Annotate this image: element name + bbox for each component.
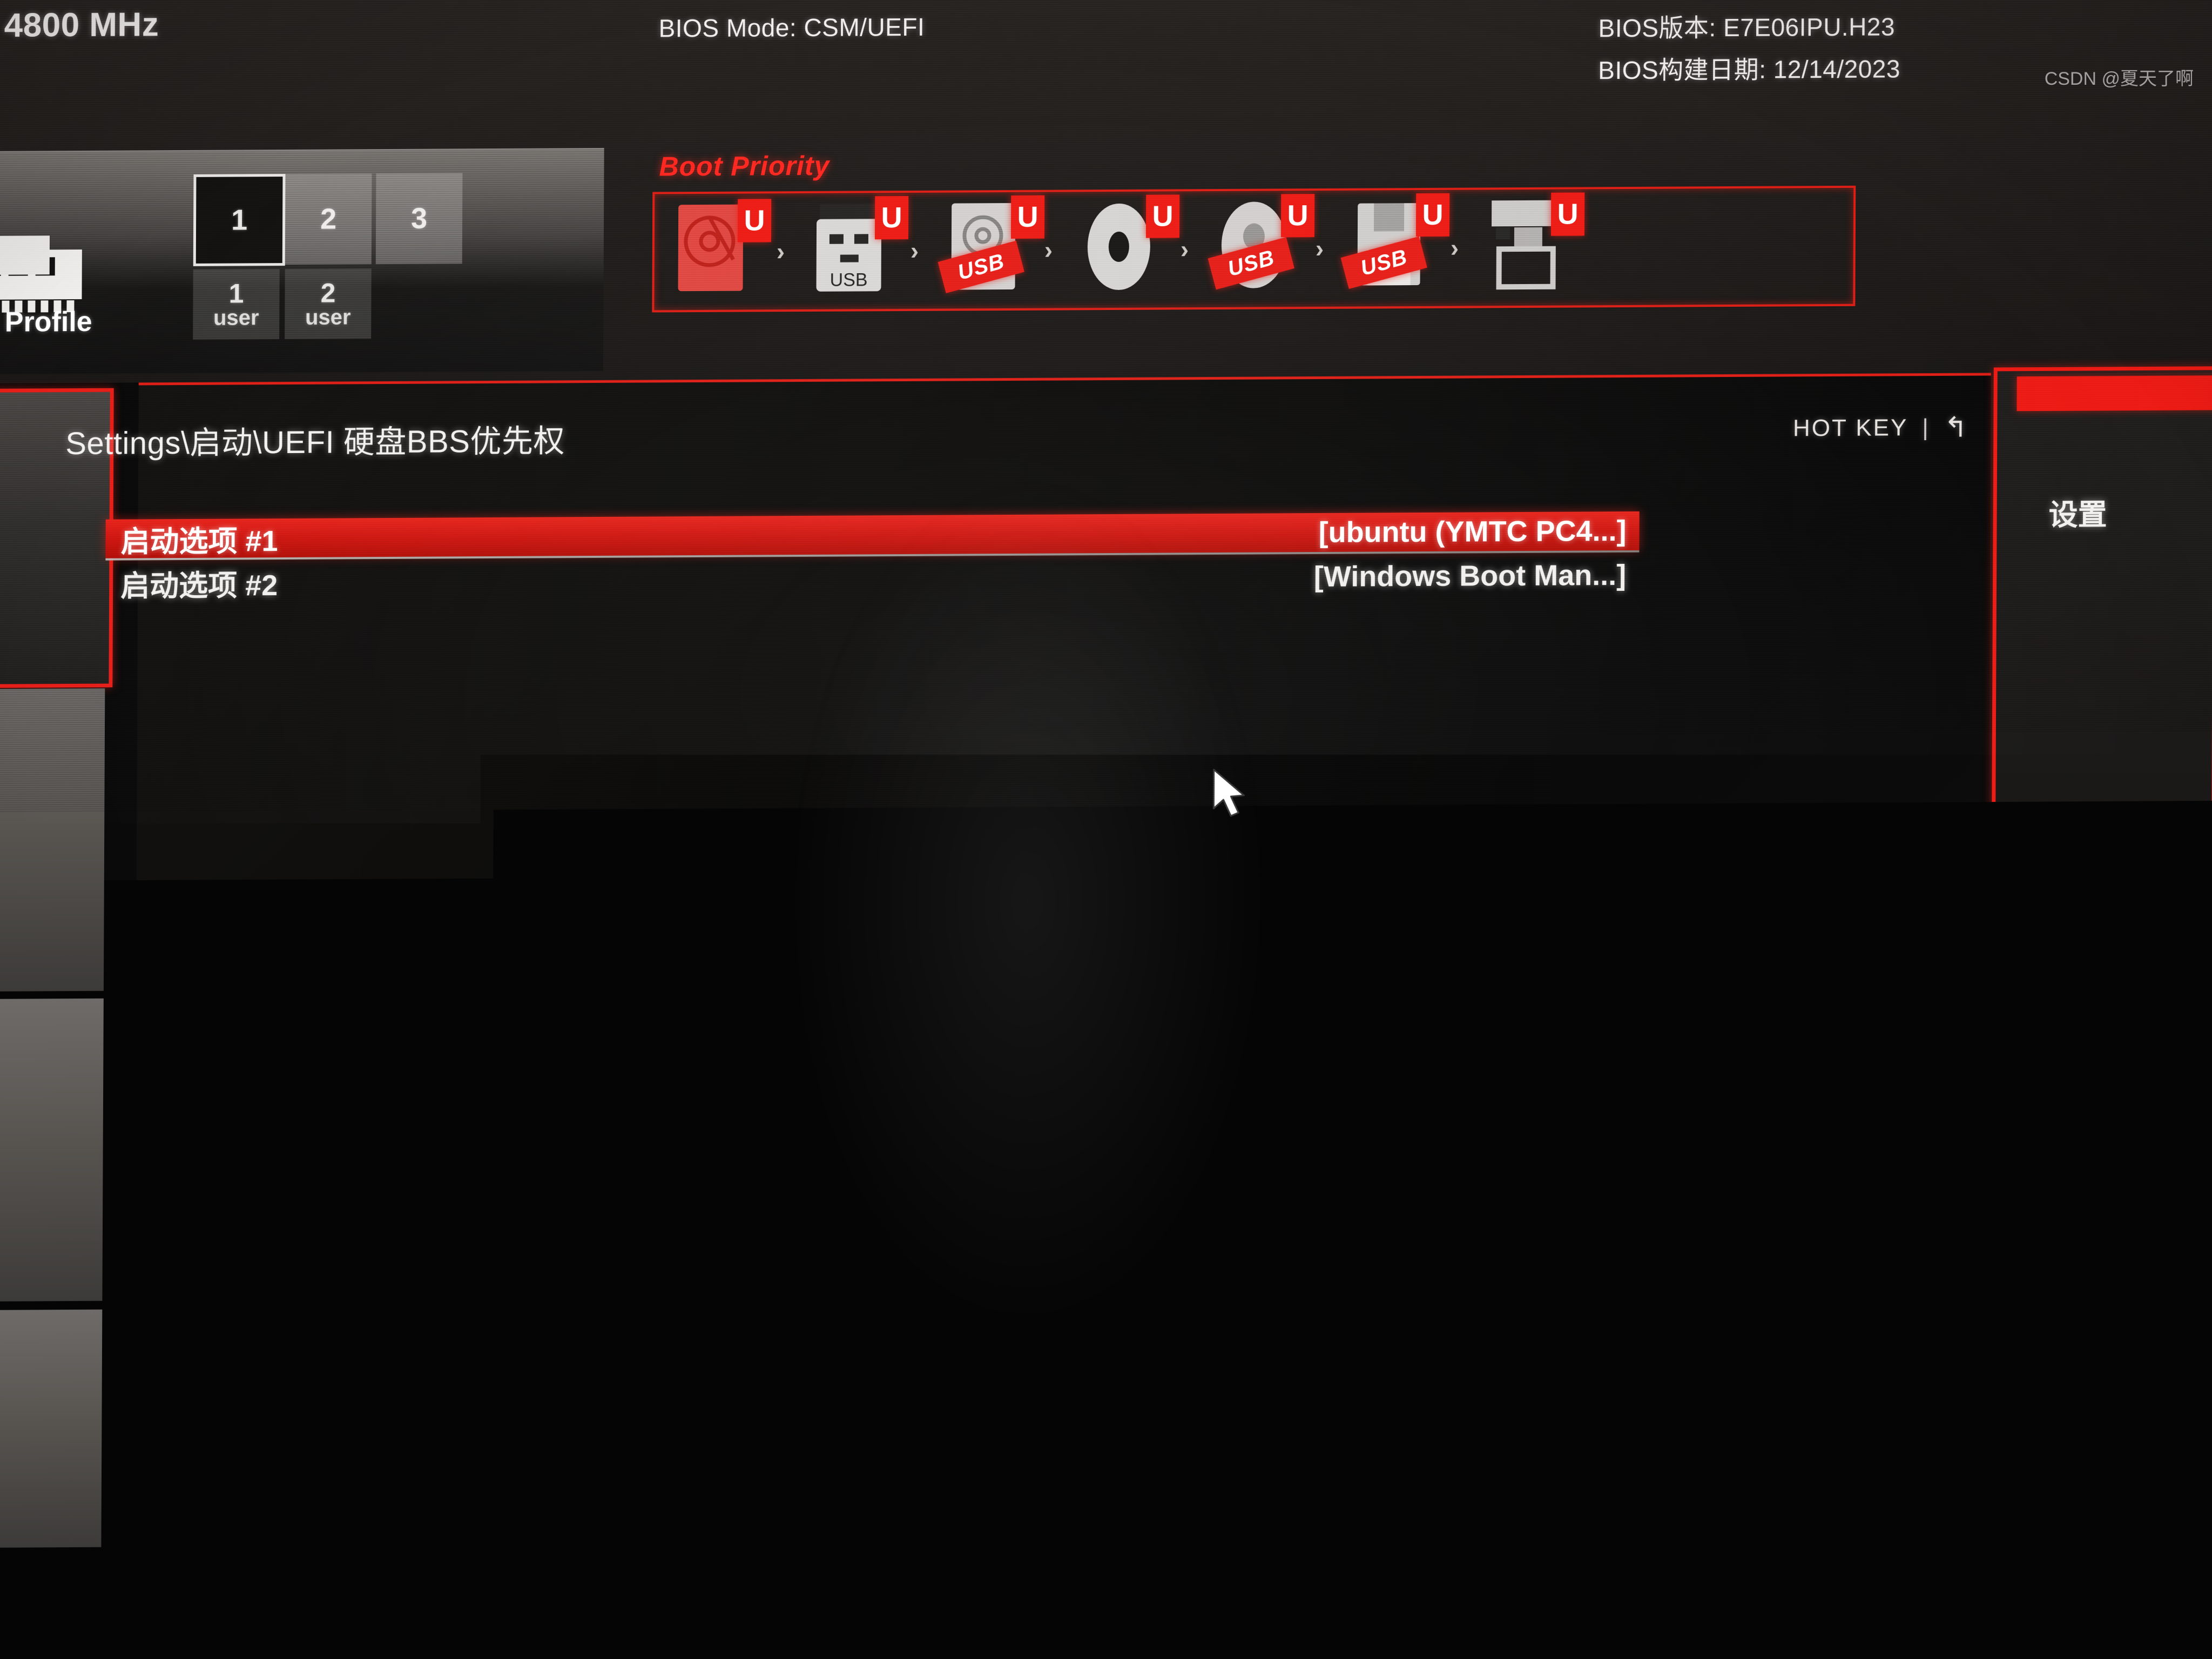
bios-photo: 3.20 GHz 4800 MHz 核心电压: 1.018V BIOS Mode… xyxy=(0,0,2212,1659)
boot-option-1-label: 启动选项 #1 xyxy=(120,517,278,561)
boot-device-3-usb-hard-disk[interactable]: USB U xyxy=(943,200,1041,298)
xmp-profile-1-label: 1 xyxy=(231,203,247,237)
xmp-profile-3-label: 3 xyxy=(411,202,427,235)
help-line-plusminus: +/-: 更 xyxy=(2019,1395,2093,1434)
uefi-badge-icon-6: U xyxy=(1416,193,1449,237)
boot-chevron-3: › xyxy=(1044,235,1053,265)
svg-text:USB: USB xyxy=(830,269,868,290)
boot-option-2-label: 启动选项 #2 xyxy=(120,561,278,605)
xmp-user-profile-2-label: user xyxy=(305,306,351,328)
monitor-bezel: ASUS xyxy=(0,1554,2212,1659)
boot-device-4-cd-rom[interactable]: U xyxy=(1078,199,1176,296)
help-line-arrows: ↑↓→← xyxy=(2019,1310,2100,1342)
cpu-freq: 4800 MHz xyxy=(4,5,159,45)
boot-device-1-hard-disk[interactable]: U xyxy=(673,201,771,299)
xmp-profile-2-label: 2 xyxy=(320,203,336,236)
right-sidebar-header-bar xyxy=(2017,375,2212,411)
main-content-area: Settings\启动\UEFI 硬盘BBS优先权 HOT KEY | ↰ 启动… xyxy=(133,373,1991,1552)
breadcrumb: Settings\启动\UEFI 硬盘BBS优先权 xyxy=(65,415,565,463)
help-line-enter: Enter: xyxy=(2019,1353,2092,1385)
help-line-esc: ESC: xyxy=(2019,1437,2082,1469)
left-panel-3[interactable] xyxy=(0,999,104,1302)
xmp-profile-2[interactable]: 2 xyxy=(285,173,372,265)
left-panel-4[interactable] xyxy=(0,1310,102,1548)
hotkey-label: HOT KEY xyxy=(1793,414,1908,442)
xmp-profile-panel: MP Profile 1 2 3 1 user 2 user xyxy=(0,148,604,374)
boot-priority-section: Boot Priority U › USB U › USB U › U › US… xyxy=(652,152,1867,321)
bios-build-date: BIOS构建日期: 12/14/2023 xyxy=(1598,49,1900,86)
boot-device-5-usb-cd-rom[interactable]: USB U xyxy=(1213,198,1311,296)
uefi-badge-icon-7: U xyxy=(1551,192,1584,235)
boot-device-2-usb[interactable]: USB U xyxy=(808,200,906,298)
boot-option-row-2[interactable]: 启动选项 #2 [Windows Boot Man...] xyxy=(105,556,1639,603)
bezel-highlight xyxy=(0,1575,2212,1577)
bios-version: BIOS版本: E7E06IPU.H23 xyxy=(1598,7,1895,44)
hotkey-control[interactable]: HOT KEY | ↰ xyxy=(1793,412,1970,445)
boot-option-2-value: [Windows Boot Man...] xyxy=(1314,558,1627,594)
hotkey-separator: | xyxy=(1922,414,1930,441)
back-arrow-icon[interactable]: ↰ xyxy=(1944,412,1970,444)
uefi-badge-icon-4: U xyxy=(1146,194,1179,238)
xmp-profile-label: MP Profile xyxy=(0,306,92,339)
asus-logo: ASUS xyxy=(1015,1601,1154,1650)
xmp-user-profile-2-num: 2 xyxy=(321,280,336,307)
boot-chevron-6: › xyxy=(1451,233,1459,262)
left-panel-2[interactable] xyxy=(0,689,105,992)
boot-chevron-4: › xyxy=(1181,234,1189,264)
boot-priority-title: Boot Priority xyxy=(659,150,830,183)
boot-chevron-1: › xyxy=(777,237,785,266)
uefi-badge-icon-5: U xyxy=(1281,194,1314,237)
right-sidebar-divider xyxy=(1999,1277,2212,1280)
bios-mode: BIOS Mode: CSM/UEFI xyxy=(659,12,925,43)
xmp-profile-3[interactable]: 3 xyxy=(376,173,463,264)
boot-chevron-5: › xyxy=(1316,234,1324,263)
right-sidebar-title: 设置 xyxy=(2048,490,2107,534)
boot-chevron-2: › xyxy=(911,236,919,265)
xmp-user-profile-1-label: user xyxy=(213,307,259,328)
boot-device-7-network[interactable]: U xyxy=(1483,197,1581,294)
monitor-screen: 3.20 GHz 4800 MHz 核心电压: 1.018V BIOS Mode… xyxy=(0,0,2212,1588)
uefi-badge-icon-1: U xyxy=(738,199,771,242)
mouse-pointer-icon xyxy=(1210,768,1248,820)
xmp-user-profile-1[interactable]: 1 user xyxy=(193,269,280,340)
xmp-profile-1[interactable]: 1 xyxy=(193,174,286,266)
uefi-badge-icon-2: U xyxy=(875,196,908,239)
boot-device-6-usb-floppy[interactable]: USB U xyxy=(1348,198,1446,295)
help-line-f1: F1: 帮 xyxy=(2019,1479,2092,1519)
watermark: CSDN @夏天了啊 xyxy=(2045,64,2194,90)
boot-option-1-value: [ubuntu (YMTC PC4...] xyxy=(1318,514,1626,549)
uefi-badge-icon-3: U xyxy=(1011,195,1044,239)
xmp-user-profile-2[interactable]: 2 user xyxy=(285,268,372,339)
right-sidebar: 设置 ↑↓→← Enter: +/-: 更 ESC: F1: 帮 xyxy=(1988,366,2212,1552)
xmp-user-profile-1-num: 1 xyxy=(229,280,244,307)
